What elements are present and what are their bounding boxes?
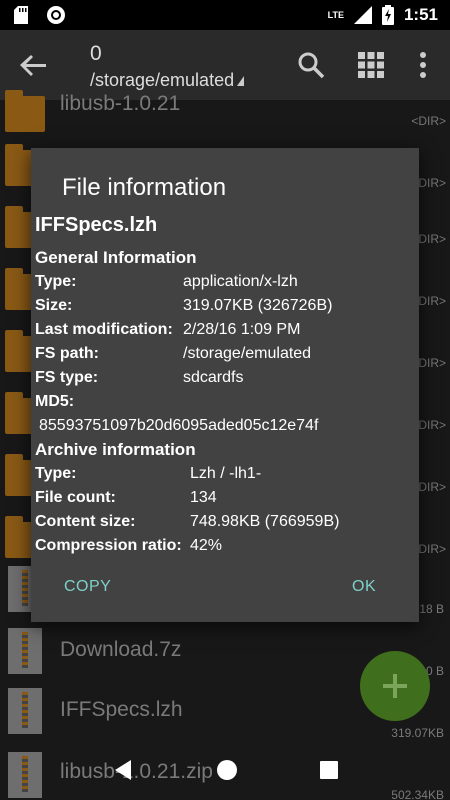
info-row-compression-ratio: Compression ratio: 42% [35, 534, 415, 558]
md5-value: 85593751097b20d6095aded05c12e74f [39, 417, 319, 434]
file-size: 319.07KB [391, 726, 444, 740]
battery-charging-icon [381, 5, 394, 25]
file-name: IFFSpecs.lzh [60, 698, 183, 721]
md5-label: MD5: [35, 393, 75, 410]
info-value: application/x-lzh [183, 273, 298, 290]
current-path: /storage/emulated [90, 70, 235, 90]
info-row-last-modification: Last modification: 2/28/16 1:09 PM [35, 318, 415, 342]
info-row-content-size: Content size: 748.98KB (766959B) [35, 510, 415, 534]
nav-recents-icon[interactable] [319, 760, 339, 780]
nav-back-icon[interactable] [111, 758, 135, 782]
general-info-heading: General Information [35, 248, 197, 267]
selection-count: 0 [90, 42, 102, 65]
ok-button[interactable]: OK [352, 578, 376, 596]
md5-label-row: MD5: [35, 390, 415, 414]
overflow-menu-icon[interactable] [408, 50, 438, 80]
info-key: Type: [35, 465, 77, 482]
file-name: Download.7z [60, 638, 182, 661]
dialog-title: File information [62, 174, 227, 201]
info-row-file-count: File count: 134 [35, 486, 415, 510]
file-information-dialog: File information IFFSpecs.lzh General In… [31, 148, 419, 622]
file-size: 18 B [419, 602, 444, 616]
info-row-type: Type: application/x-lzh [35, 270, 415, 294]
file-name: libusb-1.0.21 [60, 92, 181, 115]
plus-icon [383, 674, 407, 698]
archive-file-icon [8, 688, 42, 734]
add-fab-button[interactable] [360, 651, 430, 721]
info-row-size: Size: 319.07KB (326726B) [35, 294, 415, 318]
info-row-fs-path: FS path: /storage/emulated [35, 342, 415, 366]
info-row-fs-type: FS type: sdcardfs [35, 366, 415, 390]
info-key: Content size: [35, 513, 136, 530]
info-value: 748.98KB (766959B) [190, 513, 340, 530]
grid-view-icon[interactable] [356, 50, 386, 80]
info-key: FS path: [35, 345, 99, 362]
navigation-bar [0, 740, 450, 800]
archive-info-heading: Archive information [35, 440, 196, 459]
back-arrow-icon[interactable] [16, 50, 52, 80]
folder-icon [5, 90, 45, 132]
dir-tag: <DIR> [411, 114, 446, 128]
info-key: FS type: [35, 369, 99, 386]
info-key: Type: [35, 273, 77, 290]
status-bar: LTE 1:51 [0, 0, 450, 30]
dropdown-triangle-icon [237, 76, 245, 86]
info-value: Lzh / -lh1- [190, 465, 262, 482]
archive-info-section: Type: Lzh / -lh1- File count: 134 Content … [35, 462, 415, 558]
info-value: 2/28/16 1:09 PM [183, 321, 301, 338]
sd-card-icon [14, 6, 28, 24]
general-info-section: Type: application/x-lzh Size: 319.07KB (32… [35, 270, 415, 390]
network-type: LTE [327, 9, 344, 20]
info-value: 134 [190, 489, 217, 506]
copy-button[interactable]: COPY [64, 578, 111, 596]
info-value: 42% [190, 537, 223, 554]
info-key: Size: [35, 297, 73, 314]
nav-home-icon[interactable] [216, 759, 238, 781]
file-name-heading: IFFSpecs.lzh [35, 214, 158, 236]
info-key: Last modification: [35, 321, 173, 338]
dialog-content: IFFSpecs.lzh General Information Type: ap… [35, 210, 415, 558]
info-row-archive-type: Type: Lzh / -lh1- [35, 462, 415, 486]
info-key: File count: [35, 489, 116, 506]
signal-icon [353, 6, 372, 24]
info-key: Compression ratio: [35, 537, 182, 554]
archive-file-icon [8, 628, 42, 674]
info-value: 319.07KB (326726B) [183, 297, 333, 314]
search-icon[interactable] [296, 50, 326, 80]
info-value: /storage/emulated [183, 345, 312, 362]
info-value: sdcardfs [183, 369, 244, 386]
path-dropdown[interactable]: /storage/emulated [90, 70, 245, 91]
clock: 1:51 [403, 5, 438, 24]
record-icon [47, 6, 65, 24]
